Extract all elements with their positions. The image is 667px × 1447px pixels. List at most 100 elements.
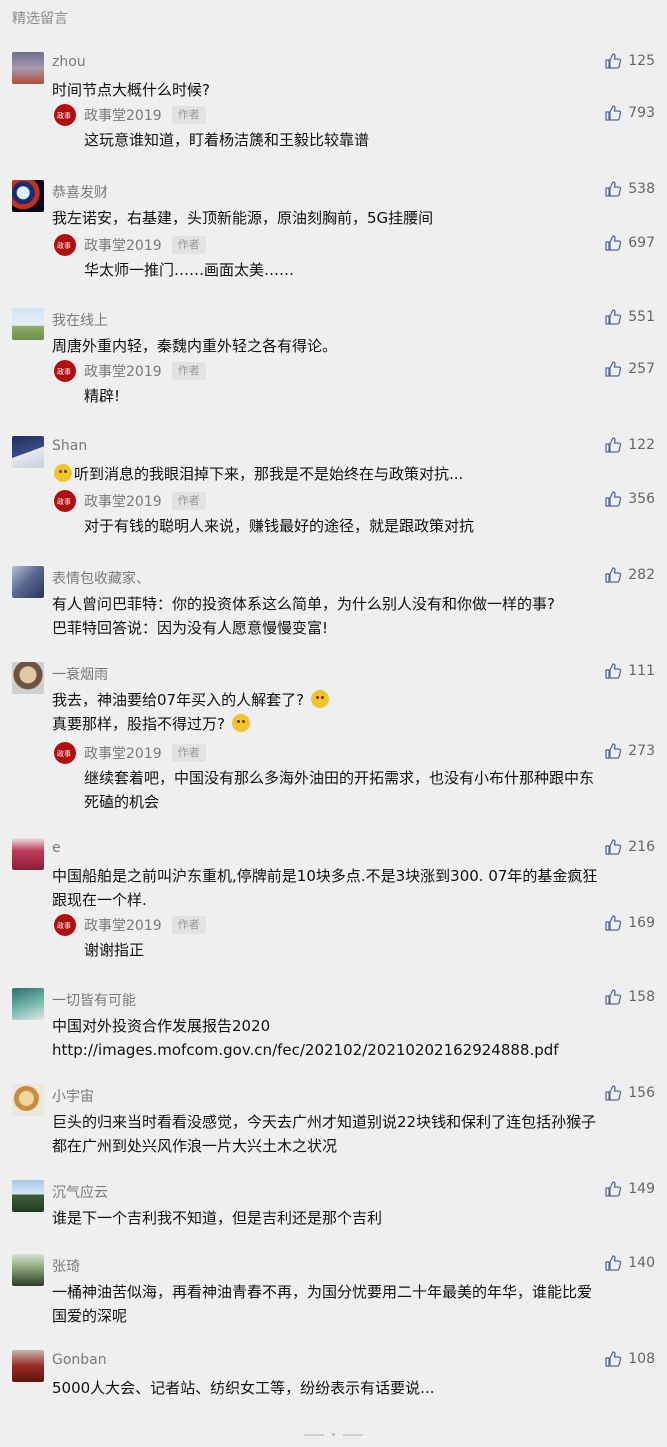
divider-line bbox=[304, 1433, 324, 1436]
thumbs-up-icon bbox=[605, 361, 622, 377]
comment-author[interactable]: zhou bbox=[52, 54, 86, 70]
like-button[interactable]: 793 bbox=[604, 104, 655, 122]
author-avatar[interactable]: 政事 bbox=[54, 234, 76, 256]
like-button[interactable]: 169 bbox=[604, 914, 655, 932]
like-button[interactable]: 158 bbox=[604, 988, 655, 1006]
like-count: 273 bbox=[628, 743, 655, 759]
comment-author[interactable]: 小宇宙 bbox=[52, 1086, 94, 1106]
like-button[interactable]: 125 bbox=[604, 52, 655, 70]
author-badge: 作者 bbox=[171, 744, 206, 762]
like-button[interactable]: 257 bbox=[604, 360, 655, 378]
avatar[interactable] bbox=[12, 436, 44, 468]
comment-link[interactable]: http://images.mofcom.gov.cn/fec/202102/2… bbox=[52, 1038, 617, 1062]
like-count: 125 bbox=[628, 53, 655, 69]
avatar[interactable] bbox=[12, 52, 44, 84]
like-count: 356 bbox=[628, 491, 655, 507]
like-count: 169 bbox=[628, 915, 655, 931]
like-button[interactable]: 111 bbox=[604, 662, 655, 680]
like-count: 140 bbox=[628, 1255, 655, 1271]
like-count: 156 bbox=[628, 1085, 655, 1101]
avatar[interactable] bbox=[12, 1254, 44, 1286]
author-avatar[interactable]: 政事 bbox=[54, 360, 76, 382]
like-button[interactable]: 108 bbox=[604, 1350, 655, 1368]
comment-author[interactable]: 沉气应云 bbox=[52, 1182, 108, 1202]
thumbs-up-icon bbox=[605, 53, 622, 69]
comment-author[interactable]: e bbox=[52, 840, 61, 856]
avatar[interactable] bbox=[12, 308, 44, 340]
like-button[interactable]: 216 bbox=[604, 838, 655, 856]
author-avatar[interactable]: 政事 bbox=[54, 742, 76, 764]
thumbs-up-icon bbox=[605, 743, 622, 759]
thumbs-up-icon bbox=[605, 915, 622, 931]
section-title: 精选留言 bbox=[12, 11, 68, 27]
like-button[interactable]: 149 bbox=[604, 1180, 655, 1198]
comment-author[interactable]: 张琦 bbox=[52, 1256, 80, 1276]
svg-text:政事: 政事 bbox=[57, 367, 71, 376]
like-count: 111 bbox=[628, 663, 655, 679]
thumbs-up-icon bbox=[605, 235, 622, 251]
crying-emoji-icon bbox=[54, 464, 72, 482]
author-badge: 作者 bbox=[171, 916, 206, 934]
like-button[interactable]: 156 bbox=[604, 1084, 655, 1102]
comment-author[interactable]: 我在线上 bbox=[52, 310, 108, 330]
thumbs-up-icon bbox=[605, 1351, 622, 1367]
like-count: 793 bbox=[628, 105, 655, 121]
like-count: 697 bbox=[628, 235, 655, 251]
comment-text: 中国对外投资合作发展报告2020 http://images.mofcom.gov… bbox=[52, 1014, 617, 1062]
comment-author[interactable]: 一切皆有可能 bbox=[52, 990, 136, 1010]
thumbs-up-icon bbox=[605, 663, 622, 679]
comment-author[interactable]: Gonban bbox=[52, 1352, 107, 1368]
comment-author[interactable]: Shan bbox=[52, 438, 87, 454]
author-badge: 作者 bbox=[171, 362, 206, 380]
end-divider bbox=[0, 1433, 667, 1436]
thumbs-up-icon bbox=[605, 839, 622, 855]
comment-author[interactable]: 恭喜发财 bbox=[52, 182, 108, 202]
avatar[interactable] bbox=[12, 988, 44, 1020]
like-button[interactable]: 282 bbox=[604, 566, 655, 584]
comment-author[interactable]: 一衰烟雨 bbox=[52, 664, 108, 684]
reply-author[interactable]: 政事堂2019 作者 bbox=[84, 743, 206, 763]
comment-text: 谁是下一个吉利我不知道，但是吉利还是那个吉利 bbox=[52, 1209, 383, 1227]
like-count: 108 bbox=[628, 1351, 655, 1367]
author-badge: 作者 bbox=[171, 492, 206, 510]
reply-author[interactable]: 政事堂2019 作者 bbox=[84, 915, 206, 935]
reply-author[interactable]: 政事堂2019 作者 bbox=[84, 235, 206, 255]
comment-text: 我左诺安，右基建，头顶新能源，原油刻胸前，5G挂腰间 bbox=[52, 209, 434, 227]
comment-author[interactable]: 表情包收藏家、 bbox=[52, 568, 150, 588]
like-button[interactable]: 356 bbox=[604, 490, 655, 508]
money-face-emoji-icon bbox=[310, 690, 329, 708]
author-avatar[interactable]: 政事 bbox=[54, 104, 76, 126]
thumbs-up-icon bbox=[605, 181, 622, 197]
like-button[interactable]: 551 bbox=[604, 308, 655, 326]
author-avatar[interactable]: 政事 bbox=[54, 490, 76, 512]
like-count: 257 bbox=[628, 361, 655, 377]
svg-text:政事: 政事 bbox=[57, 111, 71, 120]
like-button[interactable]: 140 bbox=[604, 1254, 655, 1272]
comment-text: 周唐外重内轻，秦魏内重外轻之各有得论。 bbox=[52, 337, 338, 355]
comment-text: 中国船舶是之前叫沪东重机,停牌前是10块多点.不是3块涨到300. 07年的基金… bbox=[52, 867, 598, 909]
like-button[interactable]: 697 bbox=[604, 234, 655, 252]
avatar[interactable] bbox=[12, 1350, 44, 1382]
thumbs-up-icon bbox=[605, 989, 622, 1005]
svg-text:政事: 政事 bbox=[57, 241, 71, 250]
avatar[interactable] bbox=[12, 180, 44, 212]
thumbs-up-icon bbox=[605, 567, 622, 583]
avatar[interactable] bbox=[12, 1180, 44, 1212]
like-count: 538 bbox=[628, 181, 655, 197]
like-button[interactable]: 122 bbox=[604, 436, 655, 454]
reply-author[interactable]: 政事堂2019 作者 bbox=[84, 361, 206, 381]
thumbs-up-icon bbox=[605, 1255, 622, 1271]
reply-author[interactable]: 政事堂2019 作者 bbox=[84, 105, 206, 125]
like-count: 216 bbox=[628, 839, 655, 855]
thumbs-up-icon bbox=[605, 491, 622, 507]
avatar[interactable] bbox=[12, 662, 44, 694]
avatar[interactable] bbox=[12, 838, 44, 870]
reply-author[interactable]: 政事堂2019 作者 bbox=[84, 491, 206, 511]
avatar[interactable] bbox=[12, 566, 44, 598]
avatar[interactable] bbox=[12, 1084, 44, 1116]
like-button[interactable]: 538 bbox=[604, 180, 655, 198]
like-button[interactable]: 273 bbox=[604, 742, 655, 760]
author-avatar[interactable]: 政事 bbox=[54, 914, 76, 936]
author-badge: 作者 bbox=[171, 106, 206, 124]
like-count: 551 bbox=[628, 309, 655, 325]
